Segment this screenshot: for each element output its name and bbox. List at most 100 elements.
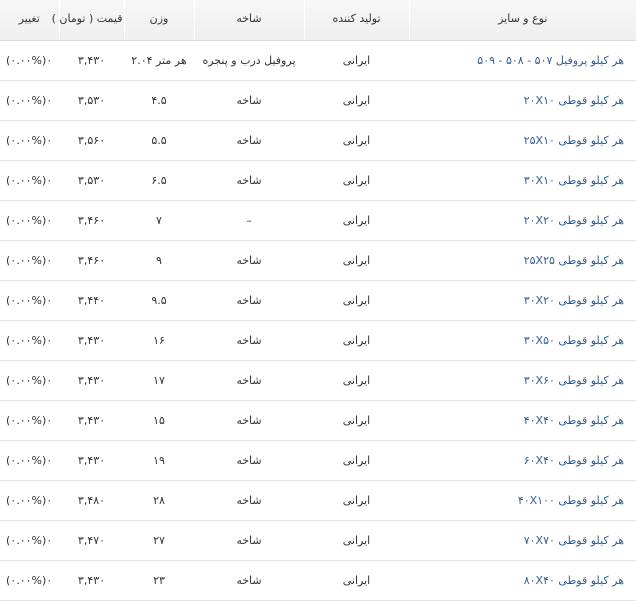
weight-cell: ۹	[156, 253, 162, 267]
producer-cell: ایرانی	[342, 213, 371, 227]
branch-cell: پروفیل درب و پنجره	[202, 53, 296, 67]
table-row: هر کیلو قوطی ۳۰X۶۰ ایرانی شاخه ۱۷ ۳,۴۳۰ (۰.۰۰…	[0, 360, 636, 400]
product-name-link[interactable]: هر کیلو قوطی ۳۰X۶۰	[524, 374, 624, 387]
product-name-link[interactable]: هر کیلو پروفیل ۵۰۷ - ۵۰۸ - ۵۰۹	[477, 54, 624, 67]
header-producer[interactable]: تولید کننده	[303, 0, 409, 41]
product-name-link[interactable]: هر کیلو قوطی ۲۰X۲۰	[524, 214, 624, 227]
producer-cell: ایرانی	[342, 93, 371, 107]
product-name-link[interactable]: هر کیلو قوطی ۳۰X۱۰	[524, 174, 624, 187]
table-row: هر کیلو قوطی ۳۰X۱۰ ایرانی شاخه ۶.۵ ۳,۵۳۰ (۰.۰…	[0, 160, 636, 200]
product-name-cell: هر کیلو قوطی ۲۰X۱۰	[409, 80, 636, 120]
product-name-link[interactable]: هر کیلو قوطی ۴۰X۱۰۰	[518, 494, 624, 507]
price-cell: ۳,۵۳۰	[77, 173, 106, 187]
change-cell: (۰.۰۰%)۰	[6, 133, 53, 147]
producer-cell: ایرانی	[342, 453, 371, 467]
header-name[interactable]: نوع و سایز	[408, 0, 636, 41]
product-name-link[interactable]: هر کیلو قوطی ۲۵X۱۰	[524, 134, 624, 147]
product-name-link[interactable]: هر کیلو قوطی ۷۰X۷۰	[524, 534, 624, 547]
price-cell: ۳,۴۳۰	[77, 373, 106, 387]
change-cell: (۰.۰۰%)۰	[6, 493, 53, 507]
price-cell: ۳,۴۳۰	[77, 453, 106, 467]
price-cell: ۳,۴۳۰	[77, 333, 106, 347]
header-price[interactable]: قیمت ( تومان )	[52, 0, 124, 41]
change-cell: (۰.۰۰%)۰	[6, 413, 53, 427]
product-name-link[interactable]: هر کیلو قوطی ۶۰X۴۰	[524, 454, 624, 467]
branch-cell: شاخه	[236, 173, 262, 187]
branch-cell: شاخه	[236, 133, 262, 147]
table-row: هر کیلو قوطی ۲۵X۲۵ ایرانی شاخه ۹ ۳,۴۶۰ (۰.۰۰%…	[0, 240, 636, 280]
producer-cell: ایرانی	[342, 573, 371, 587]
table-body: هر کیلو پروفیل ۵۰۷ - ۵۰۸ - ۵۰۹ ایرانی پروف…	[0, 40, 636, 600]
product-name-cell: هر کیلو قوطی ۳۰X۶۰	[409, 360, 636, 400]
product-name-cell: هر کیلو قوطی ۴۰X۴۰	[409, 400, 636, 440]
producer-cell: ایرانی	[342, 333, 371, 347]
product-name-link[interactable]: هر کیلو قوطی ۲۵X۲۵	[524, 254, 624, 267]
product-name-link[interactable]: هر کیلو قوطی ۳۰X۵۰	[524, 334, 624, 347]
producer-cell: ایرانی	[342, 53, 371, 67]
producer-cell: ایرانی	[342, 373, 371, 387]
branch-cell: شاخه	[236, 253, 262, 267]
product-name-cell: هر کیلو قوطی ۳۰X۲۰	[409, 280, 636, 320]
change-cell: (۰.۰۰%)۰	[6, 573, 53, 587]
branch-cell: شاخه	[236, 293, 262, 307]
producer-cell: ایرانی	[342, 493, 371, 507]
table-row: هر کیلو قوطی ۲۰X۱۰ ایرانی شاخه ۴.۵ ۳,۵۳۰ (۰.۰…	[0, 80, 636, 120]
table-row: هر کیلو قوطی ۲۰X۲۰ ایرانی – ۷ ۳,۴۶۰ (۰.۰۰%)۰	[0, 200, 636, 240]
product-name-cell: هر کیلو قوطی ۲۵X۲۵	[409, 240, 636, 280]
weight-cell: ۱۵	[153, 413, 165, 427]
branch-cell: شاخه	[236, 533, 262, 547]
change-cell: (۰.۰۰%)۰	[6, 373, 53, 387]
weight-cell: ۱۷	[153, 373, 165, 387]
weight-cell: ۱۶	[153, 333, 165, 347]
price-cell: ۳,۴۶۰	[77, 213, 106, 227]
branch-cell: شاخه	[236, 493, 262, 507]
weight-cell: ۵.۵	[151, 133, 167, 147]
product-name-cell: هر کیلو قوطی ۷۰X۷۰	[409, 520, 636, 560]
header-row: نوع و سایز تولید کننده شاخه وزن قیمت ( ت…	[0, 0, 636, 41]
weight-cell: ۴.۵	[151, 93, 167, 107]
table-row: هر کیلو قوطی ۴۰X۱۰۰ ایرانی شاخه ۲۸ ۳,۴۸۰ (۰.۰…	[0, 480, 636, 520]
product-name-cell: هر کیلو قوطی ۲۰X۲۰	[409, 200, 636, 240]
change-cell: (۰.۰۰%)۰	[6, 333, 53, 347]
table-row: هر کیلو قوطی ۸۰X۴۰ ایرانی شاخه ۲۳ ۳,۴۳۰ (۰.۰۰…	[0, 560, 636, 600]
weight-cell: ۲۳	[153, 573, 165, 587]
change-cell: (۰.۰۰%)۰	[6, 93, 53, 107]
product-name-link[interactable]: هر کیلو قوطی ۳۰X۲۰	[524, 294, 624, 307]
producer-cell: ایرانی	[342, 413, 371, 427]
table-header: نوع و سایز تولید کننده شاخه وزن قیمت ( ت…	[0, 0, 636, 41]
table-row: هر کیلو قوطی ۴۰X۴۰ ایرانی شاخه ۱۵ ۳,۴۳۰ (۰.۰۰…	[0, 400, 636, 440]
header-change[interactable]: تغییر	[0, 0, 59, 41]
product-name-cell: هر کیلو قوطی ۳۰X۱۰	[409, 160, 636, 200]
header-weight[interactable]: وزن	[123, 0, 194, 41]
branch-cell: شاخه	[236, 333, 262, 347]
change-cell: (۰.۰۰%)۰	[6, 53, 53, 67]
table-row: هر کیلو قوطی ۲۵X۱۰ ایرانی شاخه ۵.۵ ۳,۵۶۰ (۰.۰…	[0, 120, 636, 160]
price-table: نوع و سایز تولید کننده شاخه وزن قیمت ( ت…	[0, 0, 636, 601]
price-cell: ۳,۴۸۰	[77, 493, 106, 507]
branch-cell: شاخه	[236, 573, 262, 587]
product-name-link[interactable]: هر کیلو قوطی ۴۰X۴۰	[524, 414, 624, 427]
branch-cell: شاخه	[236, 453, 262, 467]
product-name-link[interactable]: هر کیلو قوطی ۲۰X۱۰	[524, 94, 624, 107]
product-name-link[interactable]: هر کیلو قوطی ۸۰X۴۰	[524, 574, 624, 587]
producer-cell: ایرانی	[342, 293, 371, 307]
header-branch[interactable]: شاخه	[193, 0, 304, 41]
change-cell: (۰.۰۰%)۰	[6, 173, 53, 187]
price-cell: ۳,۴۳۰	[77, 53, 106, 67]
change-cell: (۰.۰۰%)۰	[6, 253, 53, 267]
change-cell: (۰.۰۰%)۰	[6, 533, 53, 547]
weight-cell: ۹.۵	[151, 293, 167, 307]
branch-cell: شاخه	[236, 373, 262, 387]
weight-cell: ۶.۵	[151, 173, 167, 187]
table-row: هر کیلو قوطی ۶۰X۴۰ ایرانی شاخه ۱۹ ۳,۴۳۰ (۰.۰۰…	[0, 440, 636, 480]
table-row: هر کیلو قوطی ۷۰X۷۰ ایرانی شاخه ۲۷ ۳,۴۷۰ (۰.۰۰…	[0, 520, 636, 560]
change-cell: (۰.۰۰%)۰	[6, 453, 53, 467]
price-cell: ۳,۵۳۰	[77, 93, 106, 107]
price-cell: ۳,۴۳۰	[77, 573, 106, 587]
price-cell: ۳,۴۷۰	[77, 533, 106, 547]
weight-cell: ۷	[156, 213, 162, 227]
branch-cell: شاخه	[236, 93, 262, 107]
price-cell: ۳,۴۳۰	[77, 413, 106, 427]
change-cell: (۰.۰۰%)۰	[6, 213, 53, 227]
producer-cell: ایرانی	[342, 253, 371, 267]
